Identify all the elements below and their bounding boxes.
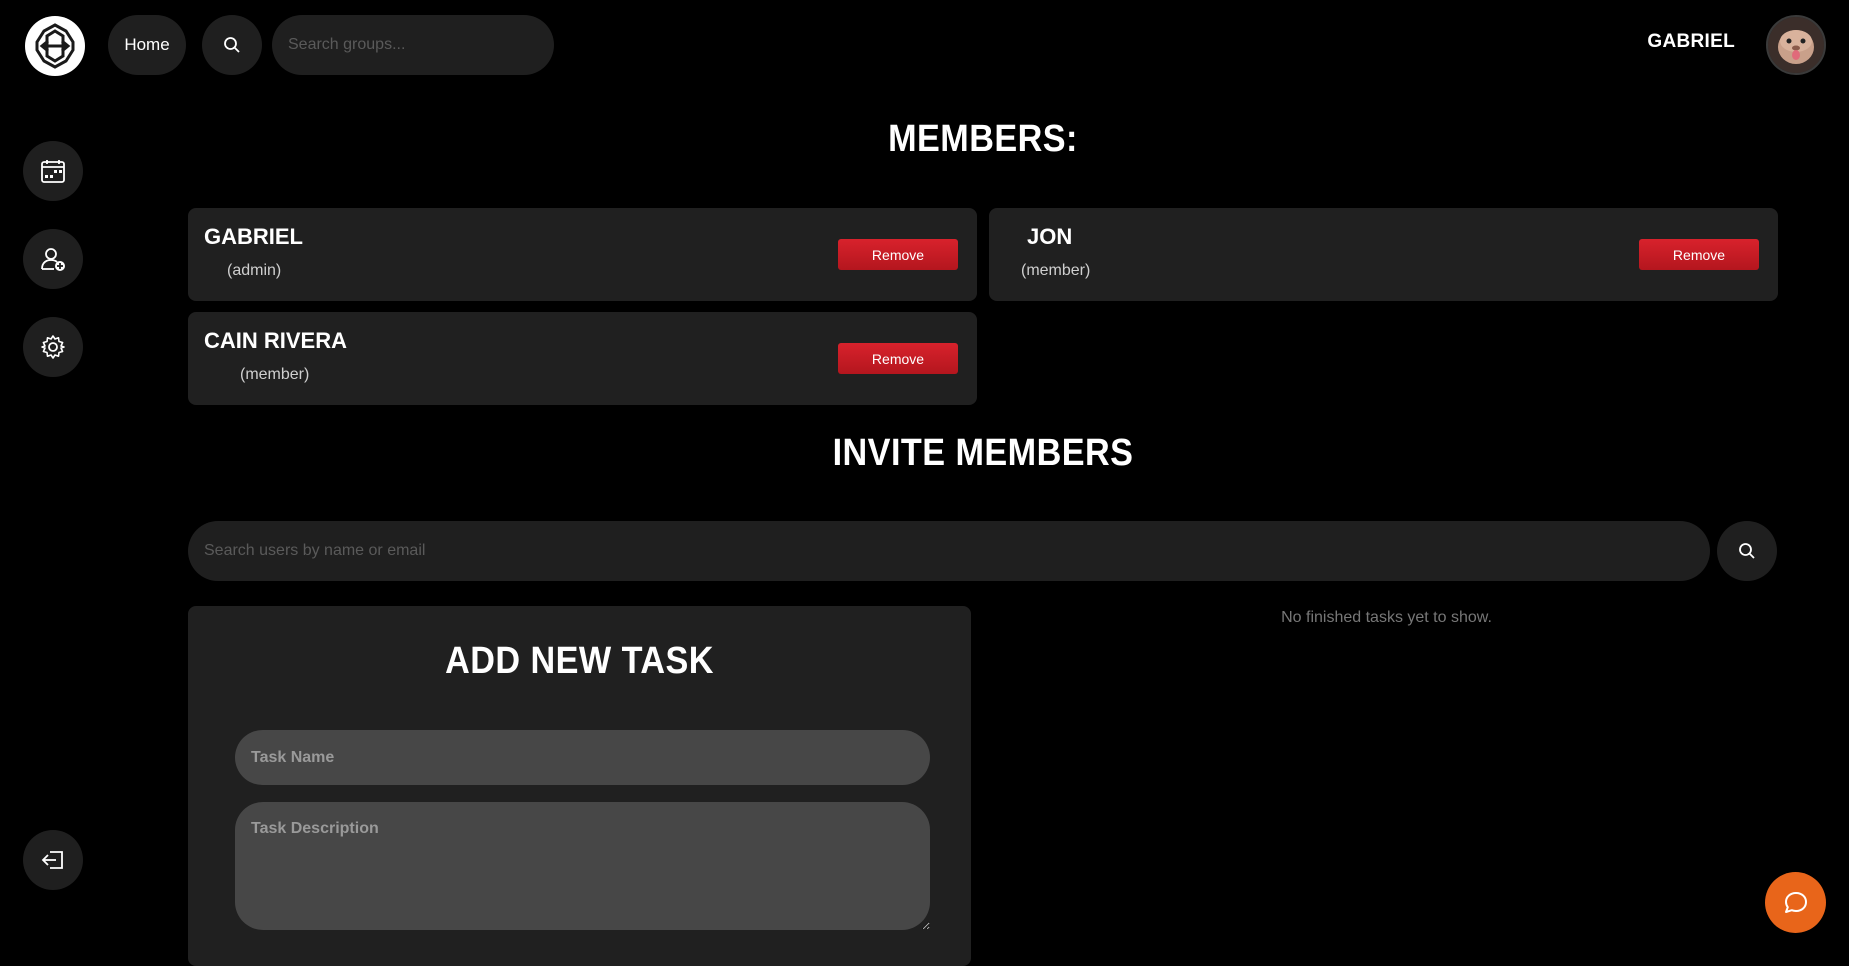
add-task-heading: ADD NEW TASK bbox=[445, 640, 714, 682]
members-heading: MEMBERS: bbox=[888, 118, 1078, 160]
finished-tasks-empty-text: No finished tasks yet to show. bbox=[1281, 609, 1492, 626]
invite-search-button[interactable] bbox=[1717, 521, 1777, 581]
add-user-icon bbox=[41, 248, 65, 271]
task-name-input[interactable] bbox=[235, 730, 930, 785]
remove-member-button[interactable]: Remove bbox=[1639, 239, 1759, 270]
member-name: JON bbox=[1027, 224, 1073, 249]
home-button[interactable]: Home bbox=[108, 15, 186, 75]
settings-nav-button[interactable] bbox=[23, 317, 83, 377]
member-role: (member) bbox=[240, 366, 310, 383]
current-user-name: GABRIEL bbox=[1647, 31, 1735, 52]
invite-members-heading: INVITE MEMBERS bbox=[832, 432, 1134, 474]
logout-icon bbox=[41, 851, 63, 869]
add-member-nav-button[interactable] bbox=[23, 229, 83, 289]
member-card: CAIN RIVERA (member) Remove bbox=[188, 312, 977, 405]
app-logo-icon[interactable] bbox=[25, 16, 85, 76]
search-icon bbox=[1739, 543, 1755, 559]
member-name: GABRIEL bbox=[204, 224, 303, 249]
member-role: (admin) bbox=[227, 262, 282, 279]
search-icon bbox=[224, 37, 240, 53]
invite-search-input[interactable] bbox=[188, 521, 1710, 581]
remove-member-button[interactable]: Remove bbox=[838, 239, 958, 270]
task-description-input[interactable] bbox=[235, 802, 930, 930]
member-role: (member) bbox=[1021, 262, 1091, 279]
search-groups-input[interactable] bbox=[272, 15, 554, 75]
logout-button[interactable] bbox=[23, 830, 83, 890]
member-card: GABRIEL (admin) Remove bbox=[188, 208, 977, 301]
search-groups-button[interactable] bbox=[202, 15, 262, 75]
gear-icon bbox=[41, 335, 65, 359]
remove-member-button[interactable]: Remove bbox=[838, 343, 958, 374]
member-card: JON (member) Remove bbox=[989, 208, 1778, 301]
calendar-icon bbox=[41, 160, 65, 183]
avatar[interactable] bbox=[1766, 15, 1826, 75]
chat-bubble-icon bbox=[1784, 891, 1807, 913]
chat-button[interactable] bbox=[1765, 872, 1826, 933]
calendar-nav-button[interactable] bbox=[23, 141, 83, 201]
member-name: CAIN RIVERA bbox=[204, 328, 348, 353]
